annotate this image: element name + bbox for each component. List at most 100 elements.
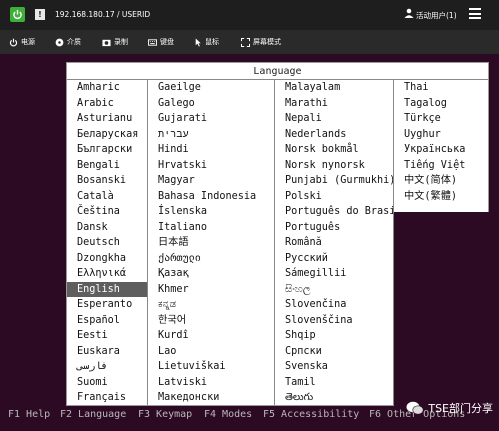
language-option[interactable]: Gaeilge	[148, 80, 274, 96]
camera-icon	[102, 39, 111, 46]
language-option[interactable]: Euskara	[67, 344, 147, 360]
language-option[interactable]: Lietuviškai	[148, 359, 274, 375]
language-option[interactable]: Magyar	[148, 173, 274, 189]
language-column-3: Malayalam Marathi Nepali Nederlands Norsk bo…	[275, 80, 394, 405]
language-option[interactable]: Bengali	[67, 158, 147, 174]
language-option[interactable]: Esperanto	[67, 297, 147, 313]
language-option[interactable]: Kurdî	[148, 328, 274, 344]
language-option[interactable]: Latviski	[148, 375, 274, 391]
language-option[interactable]: Română	[275, 235, 393, 251]
f4-modes[interactable]: F4 Modes	[204, 406, 252, 424]
language-option[interactable]: Қазақ	[148, 266, 274, 282]
menu-icon[interactable]	[469, 8, 481, 19]
language-option[interactable]: Sámegillii	[275, 266, 393, 282]
language-option[interactable]: Français	[67, 390, 147, 406]
language-option[interactable]: Ελληνικά	[67, 266, 147, 282]
language-option[interactable]: Tiếng Việt	[394, 158, 488, 174]
language-option[interactable]: Slovenščina	[275, 313, 393, 329]
language-option[interactable]: Українська	[394, 142, 488, 158]
language-option[interactable]: Uyghur	[394, 127, 488, 143]
info-icon[interactable]: !	[35, 9, 45, 20]
language-option[interactable]: Punjabi (Gurmukhi)	[275, 173, 393, 189]
screen-mode-button[interactable]: 屏幕模式	[241, 37, 281, 47]
console-background	[394, 212, 489, 406]
power-button[interactable]	[10, 7, 25, 22]
language-column-1: Amharic Arabic Asturianu Беларуская Българск…	[67, 80, 148, 405]
power-icon	[9, 38, 18, 46]
language-option[interactable]: فارسی	[67, 359, 147, 375]
language-option[interactable]: 한국어	[148, 313, 274, 329]
record-button[interactable]: 录制	[102, 37, 128, 47]
language-option[interactable]: Eesti	[67, 328, 147, 344]
language-option[interactable]: Português do Brasil	[275, 204, 393, 220]
language-option[interactable]: Lao	[148, 344, 274, 360]
toolbar-label: 录制	[114, 38, 128, 46]
f2-language[interactable]: F2 Language	[60, 406, 126, 424]
language-option[interactable]: Svenska	[275, 359, 393, 375]
language-option[interactable]: Thai	[394, 80, 488, 96]
language-option[interactable]: 日本語	[148, 235, 274, 251]
host-label: 192.168.180.17 / USERID	[55, 10, 151, 19]
language-option[interactable]: සිංහල	[275, 282, 393, 298]
media-button[interactable]: 介质	[55, 37, 81, 47]
language-option[interactable]: Čeština	[67, 204, 147, 220]
language-option[interactable]: Khmer	[148, 282, 274, 298]
toolbar-label: 电源	[21, 38, 35, 46]
language-option[interactable]: Bahasa Indonesia	[148, 189, 274, 205]
language-option[interactable]: Nederlands	[275, 127, 393, 143]
language-option[interactable]: Português	[275, 220, 393, 236]
language-option[interactable]: Македонски	[148, 390, 274, 406]
language-option[interactable]: Slovenčina	[275, 297, 393, 313]
language-option[interactable]: Српски	[275, 344, 393, 360]
language-option[interactable]: Deutsch	[67, 235, 147, 251]
language-option[interactable]: Marathi	[275, 96, 393, 112]
user-icon	[404, 8, 414, 18]
language-column-2: Gaeilge Galego Gujarati עברית Hindi Hrvatski M…	[148, 80, 275, 405]
language-option[interactable]: Arabic	[67, 96, 147, 112]
language-option[interactable]: Suomi	[67, 375, 147, 391]
language-option[interactable]: Hindi	[148, 142, 274, 158]
mouse-icon	[195, 37, 201, 47]
mouse-button[interactable]: 鼠标	[193, 37, 219, 47]
language-column-4: Thai Tagalog Türkçe Uyghur Українська Tiếng V…	[394, 80, 488, 211]
language-option[interactable]: Dzongkha	[67, 251, 147, 267]
language-option[interactable]: Malayalam	[275, 80, 393, 96]
language-option[interactable]: Gujarati	[148, 111, 274, 127]
language-option[interactable]: ಕನ್ನಡ	[148, 297, 274, 313]
language-option[interactable]: Shqip	[275, 328, 393, 344]
language-option[interactable]: Galego	[148, 96, 274, 112]
language-option[interactable]: Dansk	[67, 220, 147, 236]
language-option[interactable]: 中文(简体)	[394, 173, 488, 189]
language-option[interactable]: Norsk nynorsk	[275, 158, 393, 174]
language-option[interactable]: Hrvatski	[148, 158, 274, 174]
language-option[interactable]: తెలుగు	[275, 390, 393, 406]
language-option[interactable]: Español	[67, 313, 147, 329]
language-option[interactable]: Íslenska	[148, 204, 274, 220]
language-option[interactable]: ქართული	[148, 251, 274, 267]
language-option[interactable]: Türkçe	[394, 111, 488, 127]
language-option[interactable]: Български	[67, 142, 147, 158]
language-option[interactable]: Norsk bokmål	[275, 142, 393, 158]
language-option[interactable]: Amharic	[67, 80, 147, 96]
language-option[interactable]: Беларуская	[67, 127, 147, 143]
language-option[interactable]: Tamil	[275, 375, 393, 391]
language-option[interactable]: Català	[67, 189, 147, 205]
power-menu-button[interactable]: 电源	[9, 37, 35, 47]
dialog-title: Language	[67, 63, 488, 80]
f3-keymap[interactable]: F3 Keymap	[138, 406, 192, 424]
language-option[interactable]: Polski	[275, 189, 393, 205]
language-option[interactable]: Bosanski	[67, 173, 147, 189]
f1-help[interactable]: F1 Help	[8, 406, 50, 424]
language-option[interactable]: Nepali	[275, 111, 393, 127]
language-option[interactable]: Русский	[275, 251, 393, 267]
language-option[interactable]: Asturianu	[67, 111, 147, 127]
language-option[interactable]: 中文(繁體)	[394, 189, 488, 205]
keyboard-button[interactable]: 键盘	[148, 37, 174, 47]
f5-accessibility[interactable]: F5 Accessibility	[263, 406, 359, 424]
language-option[interactable]: עברית	[148, 127, 274, 143]
language-option[interactable]: Italiano	[148, 220, 274, 236]
language-option[interactable]: English	[67, 281, 147, 297]
active-users-button[interactable]: 活动用户(1)	[416, 10, 457, 21]
watermark-text: TSE部门分享	[428, 402, 493, 415]
language-option[interactable]: Tagalog	[394, 96, 488, 112]
